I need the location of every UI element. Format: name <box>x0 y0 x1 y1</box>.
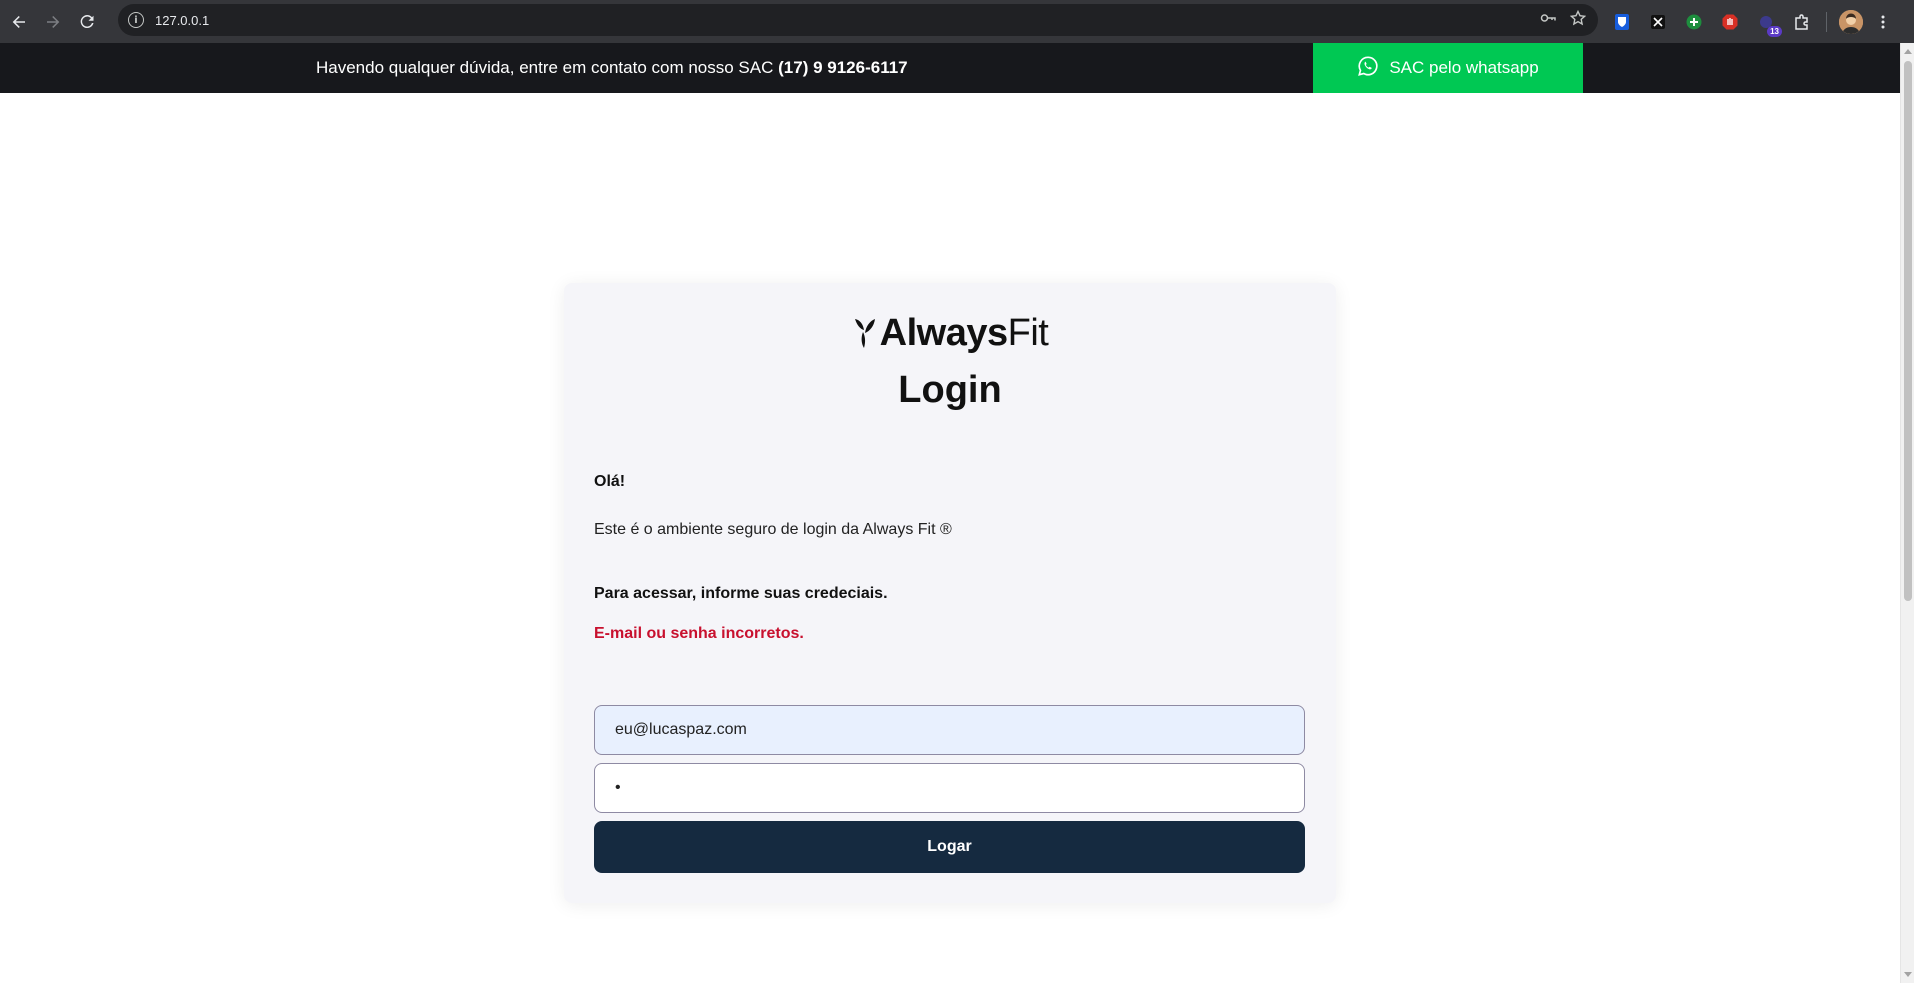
scroll-down-arrow[interactable] <box>1904 972 1912 977</box>
support-banner-text: Havendo qualquer dúvida, entre em contat… <box>316 43 908 93</box>
whatsapp-button-label: SAC pelo whatsapp <box>1389 58 1539 77</box>
alwaysfit-logo: AlwaysFit <box>564 311 1336 355</box>
back-icon[interactable] <box>2 5 36 39</box>
badge-extension-icon[interactable]: 13 <box>1754 10 1782 37</box>
bookmark-star-icon[interactable] <box>1569 9 1587 31</box>
browser-menu-icon[interactable] <box>1875 14 1891 30</box>
instructions-text: Para acessar, informe suas credeciais. <box>594 585 888 602</box>
extensions-puzzle-icon[interactable] <box>1790 10 1814 34</box>
whatsapp-icon <box>1357 55 1379 82</box>
profile-avatar[interactable] <box>1839 9 1863 34</box>
email-field[interactable] <box>594 705 1305 755</box>
login-card: AlwaysFit Login Olá! Este é o ambiente s… <box>564 283 1336 903</box>
greeting-text: Olá! <box>594 473 626 490</box>
bitwarden-extension-icon[interactable] <box>1610 10 1634 34</box>
logo-text-always: Always <box>879 311 1008 354</box>
support-message: Havendo qualquer dúvida, entre em contat… <box>316 58 774 77</box>
scrollbar-thumb[interactable] <box>1904 61 1912 601</box>
scroll-up-arrow[interactable] <box>1904 49 1912 54</box>
url-text: 127.0.0.1 <box>155 12 210 28</box>
logo-text-fit: Fit <box>1007 311 1049 354</box>
forward-icon[interactable] <box>36 5 70 39</box>
site-info-icon[interactable]: i <box>128 12 144 28</box>
toolbar-divider <box>1826 11 1827 32</box>
intro-text: Este é o ambiente seguro de login da Alw… <box>594 521 952 538</box>
login-title: Login <box>898 369 1002 411</box>
extension-badge-count: 13 <box>1767 25 1782 37</box>
address-bar[interactable]: i 127.0.0.1 <box>118 4 1598 36</box>
support-banner: Havendo qualquer dúvida, entre em contat… <box>0 43 1900 93</box>
grid-extension-icon[interactable] <box>1646 10 1670 34</box>
stop-hand-extension-icon[interactable] <box>1718 10 1742 34</box>
password-key-icon[interactable] <box>1540 10 1556 31</box>
reload-icon[interactable] <box>70 5 104 39</box>
login-error-message: E-mail ou senha incorretos. <box>594 625 804 642</box>
password-field[interactable] <box>594 763 1305 813</box>
login-submit-button[interactable]: Logar <box>594 821 1305 873</box>
page-scrollbar[interactable] <box>1900 43 1914 983</box>
page-viewport: Havendo qualquer dúvida, entre em contat… <box>0 43 1900 983</box>
plus-extension-icon[interactable] <box>1682 10 1706 34</box>
whatsapp-support-button[interactable]: SAC pelo whatsapp <box>1313 43 1583 93</box>
browser-toolbar: i 127.0.0.1 13 <box>0 0 1914 43</box>
logo-leaf-icon <box>854 319 875 348</box>
support-phone: (17) 9 9126-6117 <box>778 58 908 77</box>
